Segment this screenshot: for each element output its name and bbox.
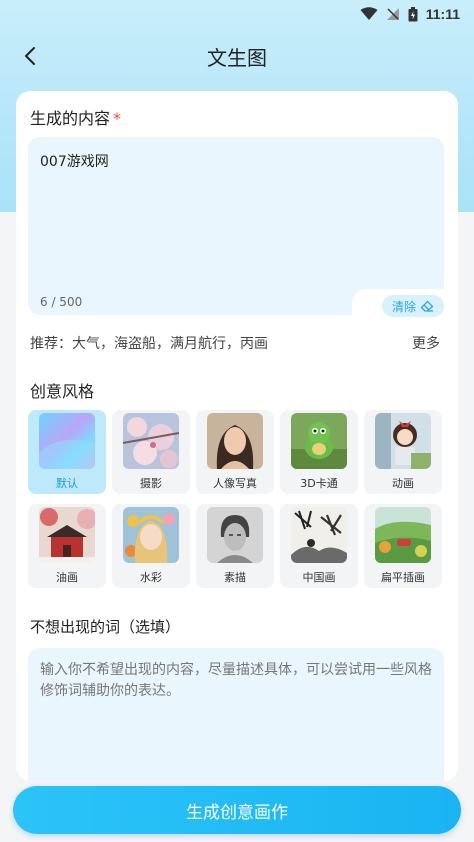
chinese-painting-thumbnail <box>291 507 347 563</box>
anime-thumbnail <box>375 413 431 469</box>
recommend-text[interactable]: 推荐：大气，海盗船，满月航行，丙画 <box>30 333 268 353</box>
style-label-flat-illustration: 扁平插画 <box>381 571 425 584</box>
style-option-portrait[interactable]: 人像写真 <box>196 410 274 494</box>
style-option-oil-painting[interactable]: 油画 <box>28 504 106 588</box>
required-mark: * <box>113 109 122 128</box>
app-header: 文生图 <box>0 34 474 78</box>
style-option-3d-cartoon[interactable]: 3D卡通 <box>280 410 358 494</box>
3d-cartoon-thumbnail <box>291 413 347 469</box>
style-option-chinese-painting[interactable]: 中国画 <box>280 504 358 588</box>
style-section-label: 创意风格 <box>30 382 95 401</box>
more-button[interactable]: 更多 <box>412 333 440 353</box>
style-label-sketch: 素描 <box>224 571 246 584</box>
no-signal-icon <box>386 8 399 20</box>
battery-icon <box>408 6 418 21</box>
style-label-chinese-painting: 中国画 <box>302 571 336 584</box>
photography-thumbnail <box>123 413 179 469</box>
default-thumbnail <box>39 413 95 469</box>
status-time: 11:11 <box>425 6 460 22</box>
wifi-icon <box>360 7 378 20</box>
style-label-default: 默认 <box>56 477 78 490</box>
form-card: 生成的内容 * 007游戏网 6 / 500 清除 推荐：大气，海盗船，满月航行，… <box>16 91 458 781</box>
flat-illustration-thumbnail <box>375 507 431 563</box>
clear-button[interactable]: 清除 <box>382 295 444 317</box>
prompt-label-text: 生成的内容 <box>30 109 111 128</box>
style-option-anime[interactable]: 动画 <box>364 410 442 494</box>
style-label-3d-cartoon: 3D卡通 <box>300 477 338 490</box>
style-label-oil-painting: 油画 <box>56 571 78 584</box>
sketch-thumbnail <box>207 507 263 563</box>
negative-placeholder: 输入你不希望出现的内容，尽量描述具体，可以尝试用一些风格修饰词辅助你的表达。 <box>40 662 432 699</box>
clear-button-label: 清除 <box>391 299 416 314</box>
style-option-sketch[interactable]: 素描 <box>196 504 274 588</box>
style-label-portrait: 人像写真 <box>213 477 257 490</box>
prompt-label: 生成的内容 * <box>30 105 121 129</box>
style-label-watercolor: 水彩 <box>140 571 162 584</box>
eraser-icon <box>420 300 434 312</box>
watercolor-thumbnail <box>123 507 179 563</box>
style-option-photography[interactable]: 摄影 <box>112 410 190 494</box>
style-grid: 默认 摄影 人像写真 3D卡通 动画 油画 水彩 素描 中国画 扁平插画 <box>28 410 448 588</box>
page-title: 文生图 <box>207 46 267 70</box>
style-option-flat-illustration[interactable]: 扁平插画 <box>364 504 442 588</box>
prompt-value: 007游戏网 <box>40 154 109 170</box>
oil-painting-thumbnail <box>39 507 95 563</box>
negative-input[interactable]: 输入你不希望出现的内容，尽量描述具体，可以尝试用一些风格修饰词辅助你的表达。 <box>28 648 444 781</box>
portrait-thumbnail <box>207 413 263 469</box>
status-bar: 11:11 <box>0 0 474 28</box>
style-option-watercolor[interactable]: 水彩 <box>112 504 190 588</box>
prompt-input[interactable]: 007游戏网 6 / 500 <box>28 137 444 319</box>
generate-button[interactable]: 生成创意画作 <box>13 786 461 834</box>
style-option-default[interactable]: 默认 <box>28 410 106 494</box>
style-label-anime: 动画 <box>392 477 414 490</box>
char-counter: 6 / 500 <box>40 295 83 309</box>
style-label-photography: 摄影 <box>140 477 162 490</box>
negative-label: 不想出现的词（选填） <box>30 618 181 636</box>
